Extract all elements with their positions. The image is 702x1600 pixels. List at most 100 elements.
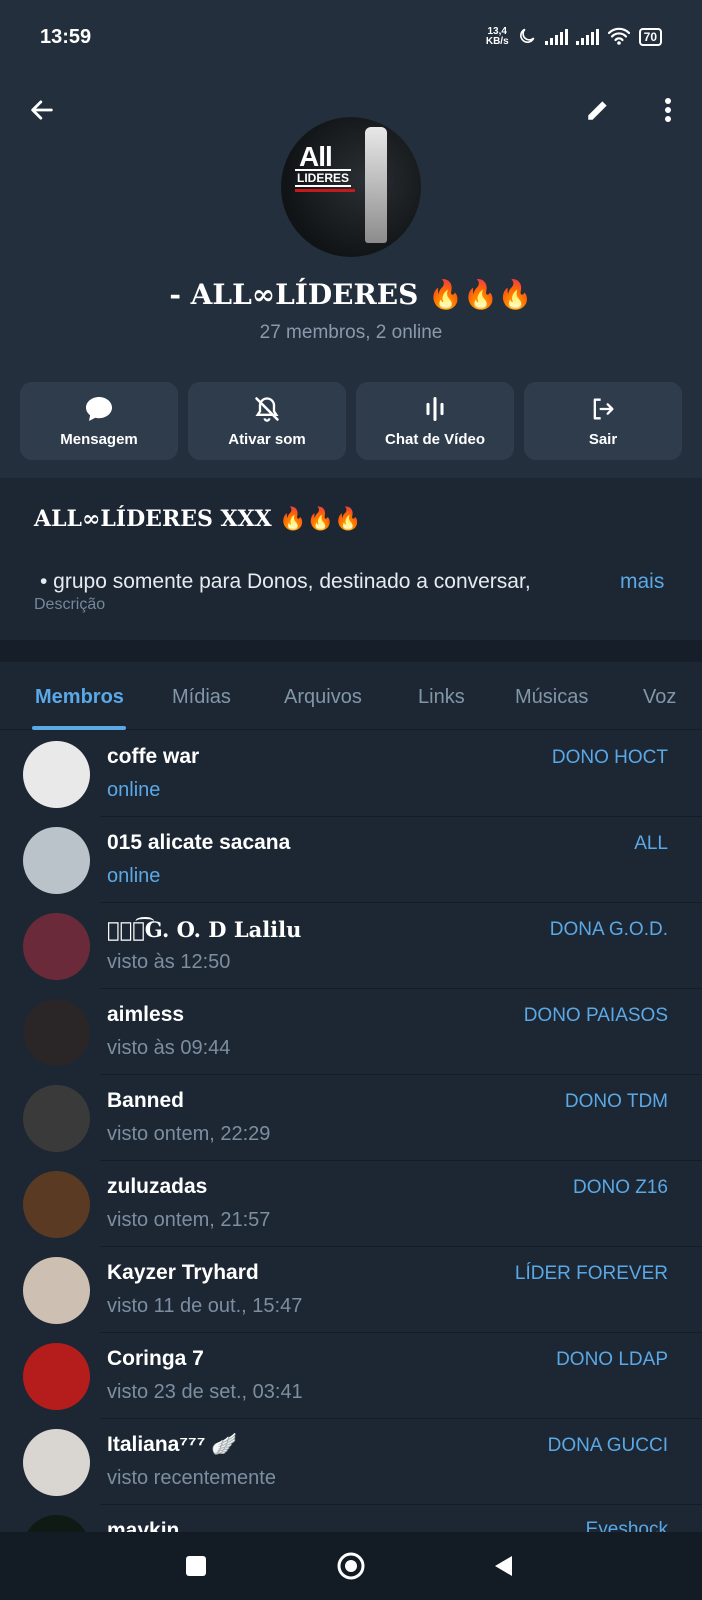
group-header: All LIDERES - ALL∞LÍDERES 🔥🔥🔥 27 membros… [0, 74, 702, 478]
member-last-seen: online [107, 865, 161, 887]
member-name: ঔৣ͜͡G. O. D Lalilu [107, 917, 302, 942]
tab-media[interactable]: Mídias [172, 686, 231, 709]
member-avatar [23, 999, 90, 1066]
tab-voice[interactable]: Voz [643, 686, 676, 709]
member-name: Coringa 7 [107, 1347, 204, 1370]
chess-piece-icon [365, 127, 387, 243]
status-time: 13:59 [40, 25, 92, 48]
tab-links[interactable]: Links [418, 686, 465, 709]
member-last-seen: visto 23 de set., 03:41 [107, 1381, 303, 1403]
member-row[interactable]: Italiana⁷⁷⁷ 🪽 visto recentemente DONA GU… [0, 1419, 702, 1505]
audio-wave-icon [426, 396, 444, 421]
tab-music[interactable]: Músicas [515, 686, 588, 709]
member-role-badge: DONA GUCCI [547, 1435, 668, 1456]
action-buttons: Mensagem Ativar som Chat de Vídeo Sair [20, 382, 682, 460]
member-role-badge: Eyeshock [585, 1519, 668, 1532]
member-role-badge: DONO Z16 [572, 1177, 668, 1198]
member-avatar [23, 1257, 90, 1324]
more-vertical-icon [665, 98, 671, 122]
member-last-seen: visto 11 de out., 15:47 [107, 1295, 303, 1317]
edit-button[interactable] [580, 92, 616, 128]
member-role-badge: DONO TDM [564, 1091, 668, 1112]
member-row[interactable]: Coringa 7 visto 23 de set., 03:41 DONO L… [0, 1333, 702, 1419]
description-more-link[interactable]: mais [616, 570, 665, 594]
media-tabs: Membros Mídias Arquivos Links Músicas Vo… [0, 662, 702, 730]
member-name: aimless [107, 1003, 185, 1026]
member-avatar [23, 827, 90, 894]
signal-icon-2 [575, 29, 599, 45]
logout-icon [593, 398, 614, 419]
member-last-seen: visto às 12:50 [107, 951, 231, 973]
leave-button[interactable]: Sair [524, 382, 682, 460]
circle-home-icon [337, 1552, 365, 1580]
member-avatar [23, 1343, 90, 1410]
avatar-red-stripe [295, 189, 355, 192]
bell-off-icon [255, 396, 279, 422]
description-text: • grupo somente para Donos, destinado a … [40, 570, 531, 593]
member-row[interactable]: Banned visto ontem, 22:29 DONO TDM [0, 1075, 702, 1161]
more-options-button[interactable] [650, 92, 686, 128]
unmute-button[interactable]: Ativar som [188, 382, 346, 460]
member-name: Kayzer Tryhard [107, 1261, 259, 1284]
chat-bubble-icon [86, 396, 112, 421]
member-row[interactable]: coffe war online DONO HOCT [0, 731, 702, 817]
status-bar: 13:59 13,4 KB/s 70 [0, 0, 702, 74]
back-button[interactable] [24, 92, 60, 128]
member-avatar [23, 1171, 90, 1238]
tab-files[interactable]: Arquivos [284, 686, 362, 709]
group-description: ALL∞LÍDERES XXX 🔥🔥🔥 • grupo somente para… [0, 478, 702, 640]
member-last-seen: online [107, 779, 161, 801]
signal-icon [544, 29, 568, 45]
message-button[interactable]: Mensagem [20, 382, 178, 460]
member-name: Italiana⁷⁷⁷ 🪽 [107, 1433, 238, 1456]
group-name: - ALL∞LÍDERES 🔥🔥🔥 [169, 278, 533, 311]
triangle-back-icon [495, 1556, 512, 1576]
system-nav-bar [0, 1532, 702, 1600]
member-row[interactable]: aimless visto às 09:44 DONO PAIASOS [0, 989, 702, 1075]
member-last-seen: visto recentemente [107, 1467, 276, 1489]
member-name: coffe war [107, 745, 200, 768]
member-last-seen: visto às 09:44 [107, 1037, 231, 1059]
member-last-seen: visto ontem, 21:57 [107, 1209, 271, 1231]
arrow-left-icon [31, 100, 53, 120]
tab-members[interactable]: Membros [35, 686, 124, 709]
square-icon [186, 1556, 206, 1576]
member-name: zuluzadas [107, 1175, 208, 1198]
pencil-icon [588, 101, 607, 120]
home-button[interactable] [331, 1546, 371, 1586]
member-avatar [23, 1085, 90, 1152]
status-icons: 13,4 KB/s 70 [486, 26, 662, 49]
moon-icon [517, 26, 537, 49]
member-role-badge: DONA G.O.D. [549, 919, 668, 940]
recents-button[interactable] [176, 1546, 216, 1586]
member-avatar [23, 741, 90, 808]
member-role-badge: DONO HOCT [551, 747, 668, 768]
member-row[interactable]: 015 alicate sacana online ALL [0, 817, 702, 903]
member-name: maykin [107, 1519, 180, 1532]
member-role-badge: ALL [634, 833, 668, 854]
group-avatar[interactable]: All LIDERES [281, 117, 421, 257]
member-role-badge: LÍDER FOREVER [514, 1263, 668, 1284]
description-caption: Descrição [34, 596, 106, 613]
section-divider [0, 640, 702, 662]
member-row[interactable]: Kayzer Tryhard visto 11 de out., 15:47 L… [0, 1247, 702, 1333]
battery-indicator: 70 [638, 28, 662, 46]
member-avatar [23, 1515, 90, 1532]
network-speed: 13,4 KB/s [485, 26, 509, 47]
member-row[interactable]: ঔৣ͜͡G. O. D Lalilu visto às 12:50 DONA G… [0, 903, 702, 989]
avatar-logo-subtext: LIDERES [295, 169, 352, 187]
description-title: ALL∞LÍDERES XXX 🔥🔥🔥 [34, 506, 362, 532]
video-chat-button[interactable]: Chat de Vídeo [356, 382, 514, 460]
active-tab-indicator [32, 726, 126, 730]
member-name: 015 alicate sacana [107, 831, 291, 854]
member-name: Banned [107, 1089, 185, 1112]
member-role-badge: DONO LDAP [556, 1349, 668, 1370]
nav-back-button[interactable] [483, 1546, 523, 1586]
member-avatar [23, 913, 90, 980]
member-avatar [23, 1429, 90, 1496]
wifi-icon [607, 26, 631, 49]
group-member-count: 27 membros, 2 online [259, 322, 443, 343]
member-row[interactable]: zuluzadas visto ontem, 21:57 DONO Z16 [0, 1161, 702, 1247]
member-last-seen: visto ontem, 22:29 [107, 1123, 271, 1145]
member-row[interactable]: maykin Eyeshock [0, 1505, 702, 1532]
